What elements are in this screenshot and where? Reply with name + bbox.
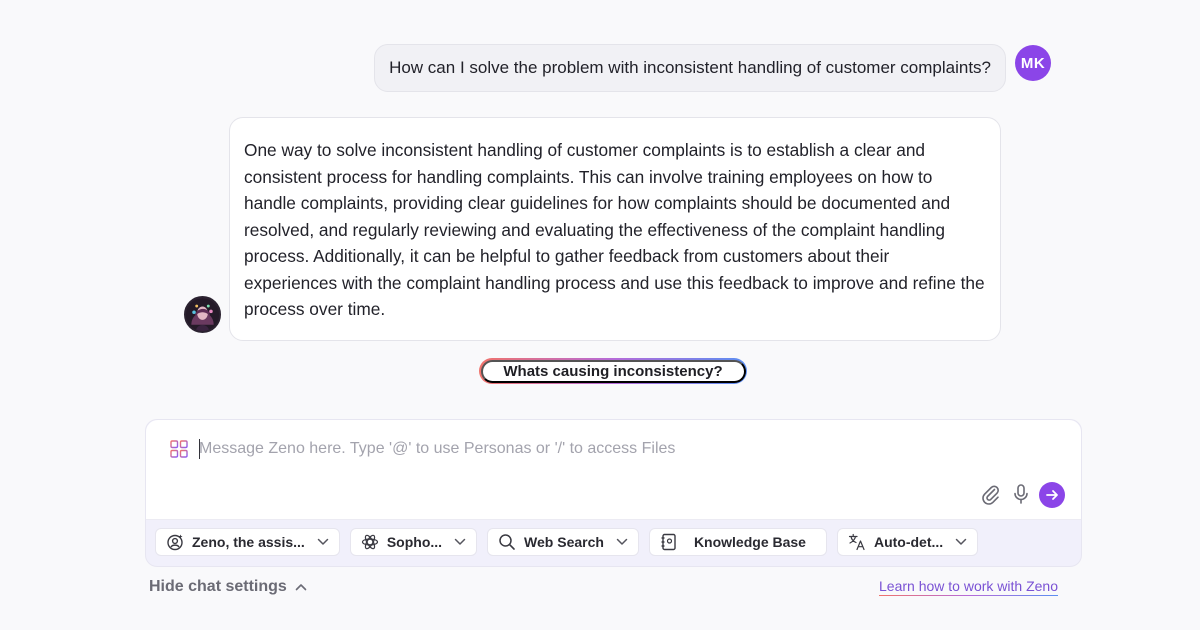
assistant-message: One way to solve inconsistent handling o… bbox=[229, 117, 1001, 341]
microphone-icon[interactable] bbox=[1012, 483, 1030, 505]
web-search-toggle[interactable]: Web Search bbox=[487, 528, 639, 556]
message-input[interactable] bbox=[199, 436, 899, 462]
model-icon bbox=[361, 534, 378, 550]
search-icon bbox=[499, 534, 515, 550]
chevron-down-icon bbox=[616, 538, 628, 545]
knowledge-base-button[interactable]: Knowledge Base bbox=[648, 528, 827, 556]
suggestion-chip-border: Whats causing inconsistency? bbox=[479, 358, 747, 384]
send-button[interactable] bbox=[1039, 482, 1065, 508]
web-search-label: Web Search bbox=[524, 534, 604, 550]
persona-select[interactable]: Zeno, the assis... bbox=[155, 528, 340, 556]
chat-settings-row: Zeno, the assis... Sopho... Web Search K… bbox=[155, 528, 1072, 556]
user-avatar[interactable]: MK bbox=[1015, 45, 1051, 81]
apps-grid-icon[interactable] bbox=[170, 440, 188, 458]
hide-chat-settings-button[interactable]: Hide chat settings bbox=[149, 578, 307, 596]
chevron-down-icon bbox=[317, 538, 329, 545]
persona-icon bbox=[167, 534, 183, 551]
knowledge-base-label: Knowledge Base bbox=[693, 534, 806, 550]
assistant-avatar bbox=[184, 296, 221, 333]
language-label: Auto-det... bbox=[873, 534, 944, 550]
persona-label: Zeno, the assis... bbox=[192, 534, 305, 550]
chevron-down-icon bbox=[955, 538, 967, 545]
paperclip-icon[interactable] bbox=[980, 483, 1000, 505]
model-select[interactable]: Sopho... bbox=[349, 528, 478, 556]
translate-icon bbox=[848, 533, 865, 551]
composer: Zeno, the assis... Sopho... We bbox=[145, 419, 1082, 567]
composer-input-area bbox=[146, 420, 1081, 520]
model-label: Sopho... bbox=[386, 534, 443, 550]
chevron-down-icon bbox=[454, 538, 466, 545]
suggestion-chip[interactable]: Whats causing inconsistency? bbox=[480, 359, 746, 383]
hide-chat-settings-label: Hide chat settings bbox=[149, 578, 287, 595]
learn-zeno-link[interactable]: Learn how to work with Zeno bbox=[879, 578, 1058, 596]
assistant-portrait-icon bbox=[186, 298, 219, 331]
knowledge-base-icon bbox=[661, 533, 676, 551]
arrow-right-icon bbox=[1046, 490, 1058, 500]
user-message: How can I solve the problem with inconsi… bbox=[374, 44, 1006, 92]
chevron-up-icon bbox=[295, 584, 307, 591]
language-select[interactable]: Auto-det... bbox=[836, 528, 979, 556]
